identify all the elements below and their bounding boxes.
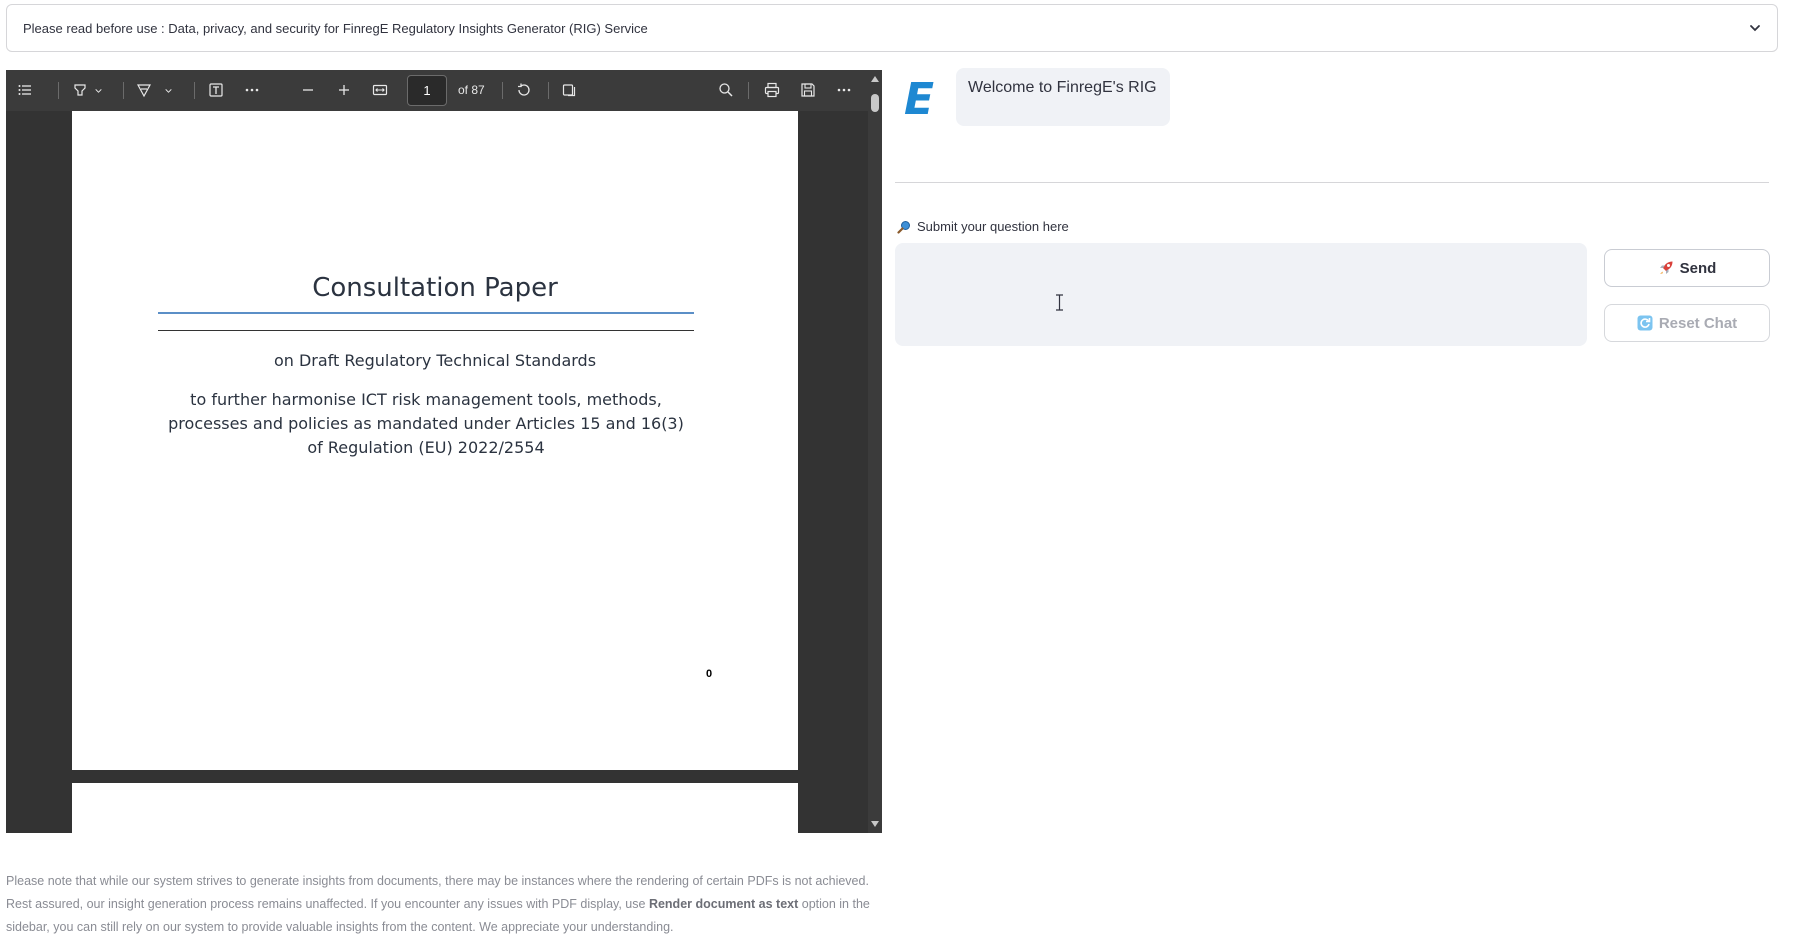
toolbar-separator xyxy=(502,82,503,99)
document-subtitle: on Draft Regulatory Technical Standards xyxy=(273,351,597,370)
pdf-page-next xyxy=(72,783,798,833)
chat-divider xyxy=(895,182,1769,183)
magnifier-icon xyxy=(897,220,910,234)
pdf-rendering-notice: Please note that while our system strive… xyxy=(6,870,886,939)
search-icon[interactable] xyxy=(712,76,740,104)
scrollbar-thumb[interactable] xyxy=(871,94,879,112)
logo-letter: E xyxy=(904,76,934,122)
document-title: Consultation Paper xyxy=(312,273,558,303)
zoom-out-icon[interactable] xyxy=(294,76,322,104)
toolbar-separator xyxy=(548,82,549,99)
reset-button-label: Reset Chat xyxy=(1658,314,1738,332)
expander-label: Please read before use : Data, privacy, … xyxy=(23,20,648,36)
toolbar-separator xyxy=(123,82,124,99)
pdf-toolbar: 1 of 87 xyxy=(6,70,868,111)
page-number-input[interactable]: 1 xyxy=(407,75,447,106)
zoom-in-icon[interactable] xyxy=(330,76,358,104)
refresh-icon xyxy=(1637,315,1653,331)
more-options-icon[interactable] xyxy=(830,76,858,104)
title-rule-dark xyxy=(158,330,694,331)
more-tools-icon[interactable] xyxy=(238,76,266,104)
pdf-viewer: 1 of 87 Consultation Paper on Draft Regu… xyxy=(6,70,882,833)
highlight-options-chevron-icon[interactable] xyxy=(90,76,106,104)
send-button-label: Send xyxy=(1679,259,1717,277)
draw-options-chevron-icon[interactable] xyxy=(160,76,176,104)
text-icon[interactable] xyxy=(202,76,230,104)
print-icon[interactable] xyxy=(758,76,786,104)
toolbar-separator xyxy=(58,82,59,99)
text-cursor-icon xyxy=(1056,294,1063,311)
rotate-icon[interactable] xyxy=(510,76,538,104)
finrege-logo: E xyxy=(904,76,934,122)
send-button[interactable]: Send xyxy=(1604,249,1770,287)
scroll-down-arrow-icon[interactable] xyxy=(871,821,879,827)
two-page-icon[interactable] xyxy=(556,76,584,104)
pdf-pages-area[interactable]: Consultation Paper on Draft Regulatory T… xyxy=(6,111,868,833)
question-label-text: Submit your question here xyxy=(917,219,1069,234)
draw-icon[interactable] xyxy=(130,76,158,104)
privacy-expander[interactable]: Please read before use : Data, privacy, … xyxy=(6,4,1778,52)
fit-page-icon[interactable] xyxy=(366,76,394,104)
toolbar-separator xyxy=(748,82,749,99)
rocket-icon xyxy=(1659,261,1673,274)
question-label: Submit your question here xyxy=(897,219,1069,234)
page-count-label: of 87 xyxy=(458,83,485,97)
notice-bold-text: Render document as text xyxy=(648,897,799,911)
question-input[interactable] xyxy=(895,243,1587,346)
page-footer-number: 0 xyxy=(706,668,713,680)
outline-icon[interactable] xyxy=(11,76,39,104)
welcome-message: Welcome to FinregE's RIG xyxy=(956,68,1170,126)
toolbar-separator xyxy=(194,82,195,99)
chevron-down-icon xyxy=(1750,25,1760,32)
document-body: to further harmonise ICT risk management… xyxy=(168,390,684,457)
title-rule xyxy=(158,312,694,314)
pdf-page: Consultation Paper on Draft Regulatory T… xyxy=(72,111,798,770)
reset-chat-button[interactable]: Reset Chat xyxy=(1604,304,1770,342)
scroll-up-arrow-icon[interactable] xyxy=(871,76,879,82)
pdf-scrollbar[interactable] xyxy=(868,70,882,833)
save-icon[interactable] xyxy=(794,76,822,104)
